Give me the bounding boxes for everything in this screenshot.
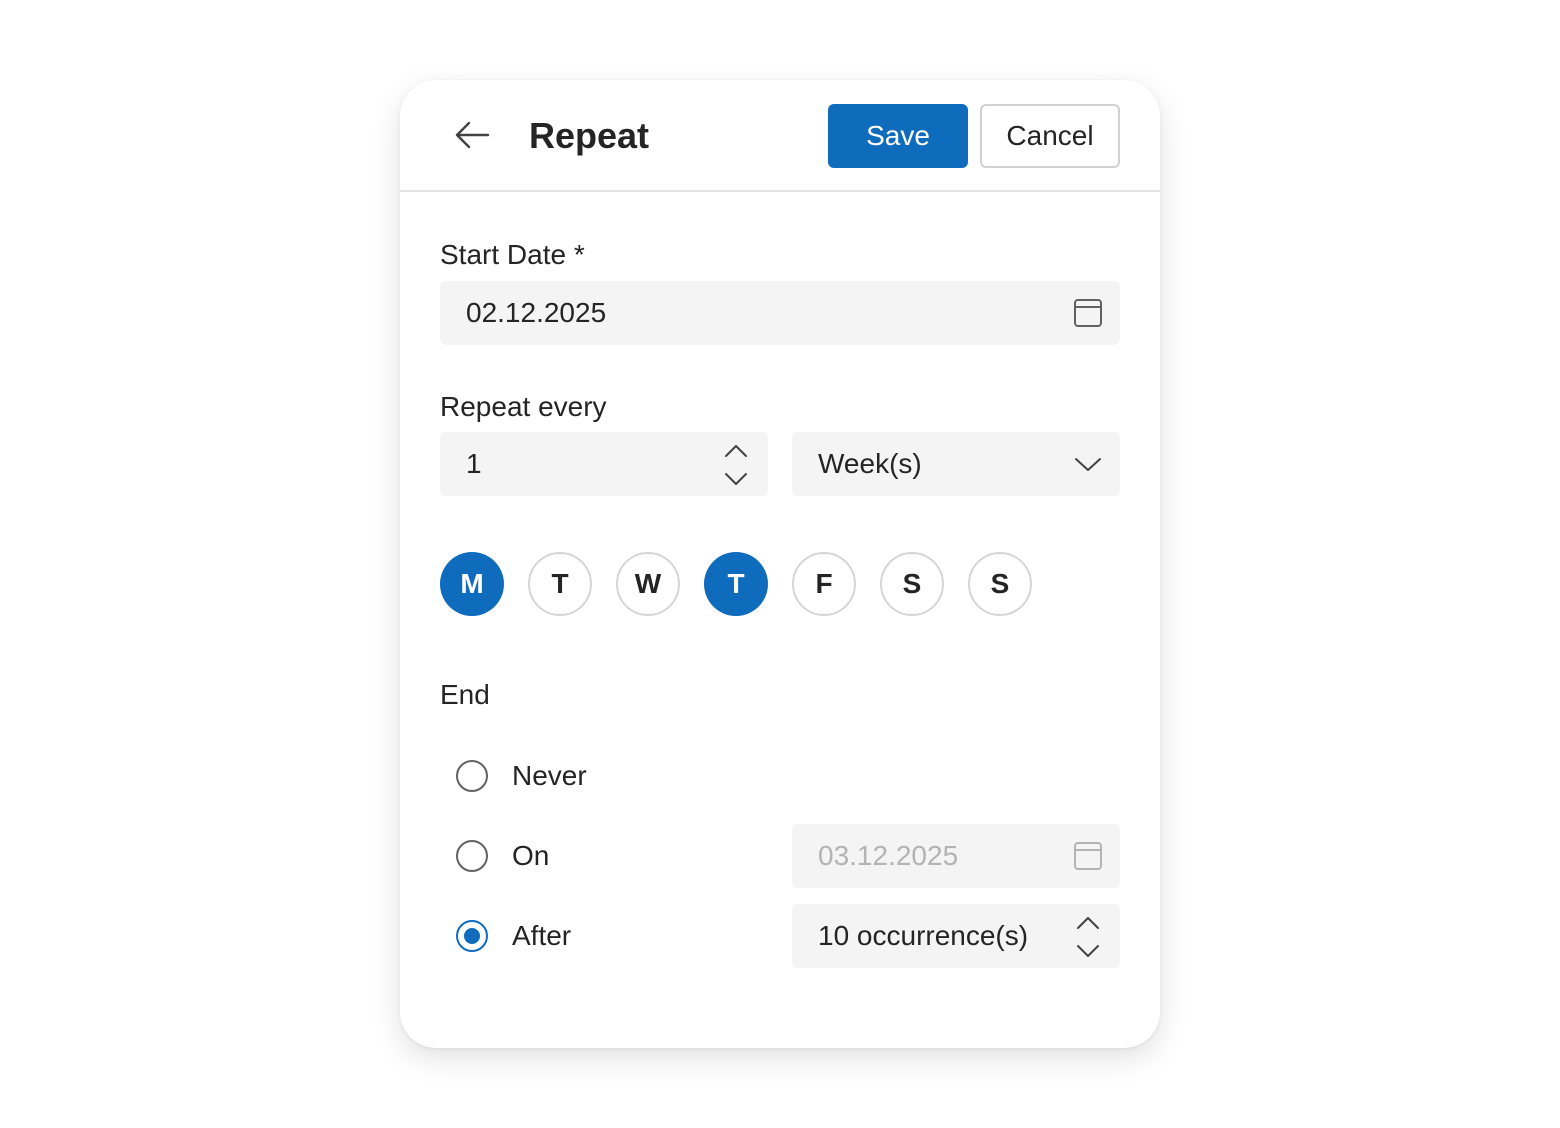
repeat-every-label: Repeat every	[440, 391, 607, 422]
end-after-option[interactable]: After	[456, 918, 571, 954]
chevron-up-icon	[1077, 917, 1099, 929]
occurrences-stepper[interactable]: 10 occurrence(s)	[792, 904, 1120, 968]
back-button[interactable]	[448, 110, 496, 160]
start-date-label: Start Date *	[440, 239, 585, 270]
occurrences-spin-buttons	[1074, 910, 1102, 962]
weekday-sunday-toggle[interactable]: S	[968, 552, 1032, 616]
end-never-option[interactable]: Never	[456, 758, 587, 794]
occurrences-value: 10 occurrence(s)	[818, 920, 1029, 951]
increment-button[interactable]	[722, 440, 750, 462]
end-never-label: Never	[512, 760, 587, 791]
chevron-down-icon	[1077, 945, 1099, 957]
calendar-icon	[1074, 842, 1102, 870]
decrement-button[interactable]	[722, 468, 750, 490]
weekday-tuesday-toggle[interactable]: T	[528, 552, 592, 616]
weekday-wednesday-toggle[interactable]: W	[616, 552, 680, 616]
unit-dropdown[interactable]: Week(s)	[792, 432, 1120, 496]
end-never-radio[interactable]	[456, 760, 488, 792]
end-on-label: On	[512, 840, 550, 871]
arrow-left-icon	[455, 121, 490, 149]
save-button[interactable]: Save	[828, 104, 968, 168]
chevron-down-icon	[1075, 458, 1101, 471]
end-on-date-value: 03.12.2025	[818, 840, 959, 871]
end-on-radio[interactable]	[456, 840, 488, 872]
end-label: End	[440, 679, 490, 710]
start-date-field[interactable]: 02.12.2025	[440, 281, 1120, 345]
start-date-value: 02.12.2025	[466, 297, 607, 328]
interval-spin-buttons	[722, 438, 750, 490]
dialog-header: Repeat Save Cancel	[400, 80, 1160, 192]
calendar-icon[interactable]	[1072, 297, 1104, 329]
end-on-date-field: 03.12.2025	[792, 824, 1120, 888]
end-on-option[interactable]: On	[456, 838, 549, 874]
end-after-label: After	[512, 920, 572, 951]
weekday-thursday-toggle[interactable]: T	[704, 552, 768, 616]
weekday-selector: M T W T F S S	[440, 552, 1040, 616]
repeat-dialog: Repeat Save Cancel Start Date * 02.12.20…	[400, 80, 1160, 1048]
interval-value: 1	[466, 448, 482, 479]
increment-button[interactable]	[1074, 912, 1102, 934]
end-after-radio[interactable]	[456, 920, 488, 952]
decrement-button[interactable]	[1074, 940, 1102, 962]
cancel-button[interactable]: Cancel	[980, 104, 1120, 168]
weekday-saturday-toggle[interactable]: S	[880, 552, 944, 616]
chevron-down-icon	[725, 473, 747, 485]
interval-stepper[interactable]: 1	[440, 432, 768, 496]
dialog-title: Repeat	[529, 115, 650, 156]
weekday-monday-toggle[interactable]: M	[440, 552, 504, 616]
unit-value: Week(s)	[818, 448, 922, 479]
weekday-friday-toggle[interactable]: F	[792, 552, 856, 616]
chevron-up-icon	[725, 445, 747, 457]
